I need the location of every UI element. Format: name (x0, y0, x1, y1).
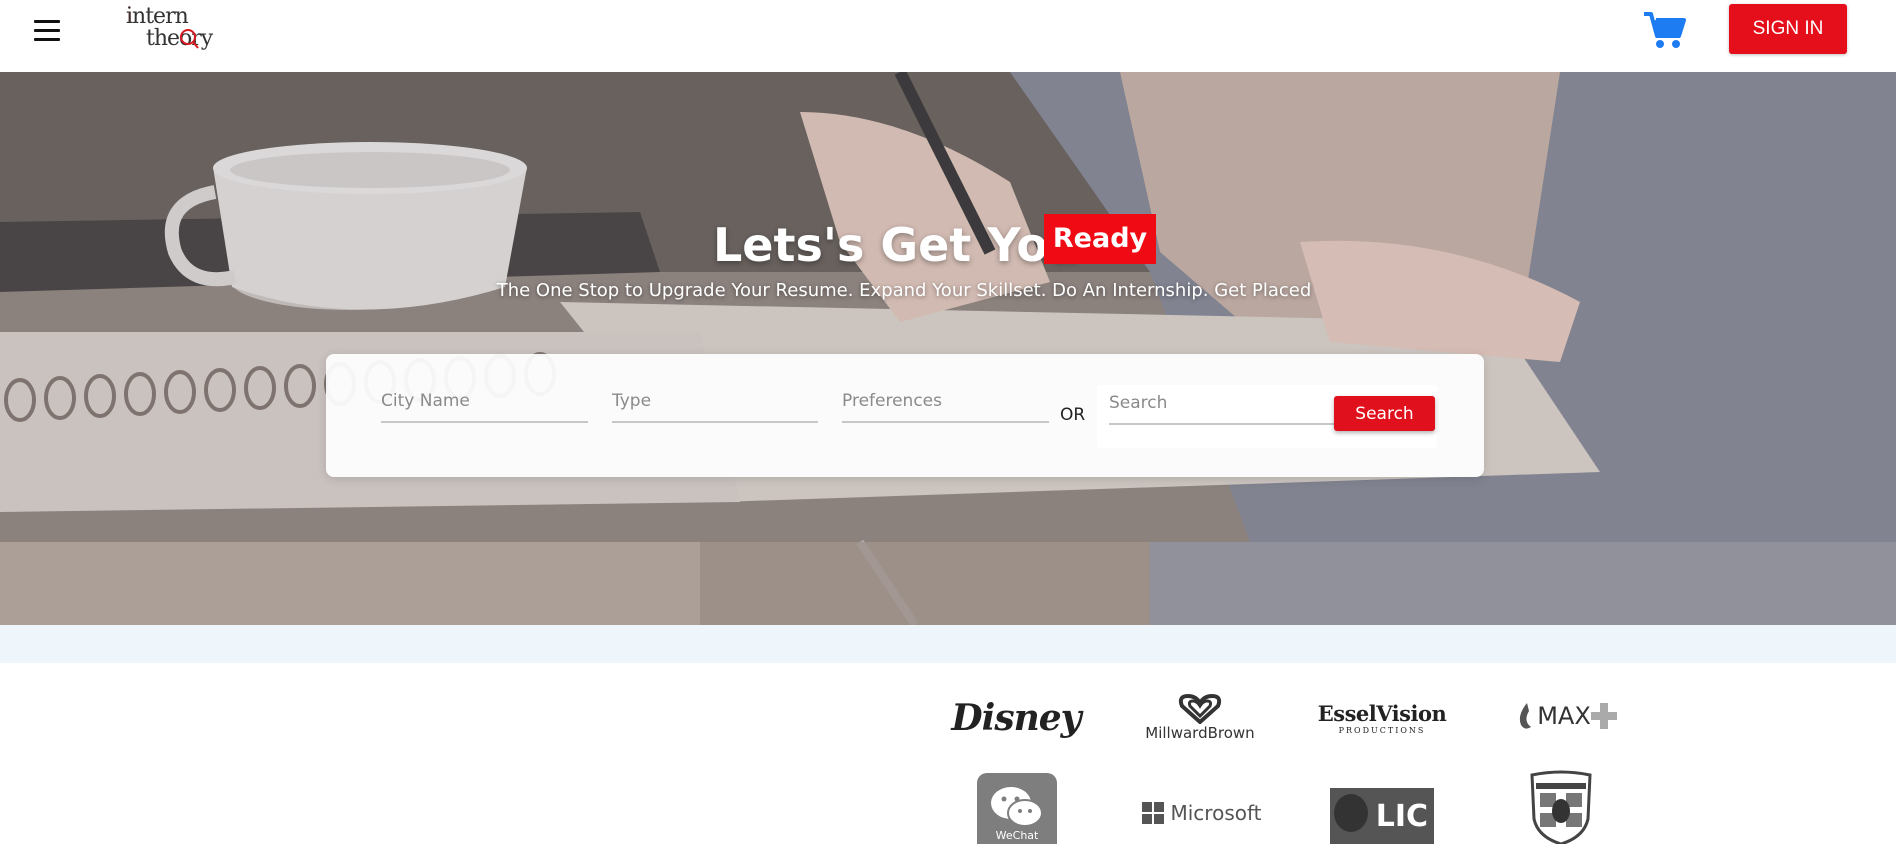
hero-heading: Lets's Get You Ready (0, 214, 1896, 284)
search-input[interactable] (1109, 385, 1339, 421)
sign-in-button[interactable]: SIGN IN (1729, 4, 1847, 54)
city-name-field[interactable] (381, 383, 588, 423)
city-name-input[interactable] (381, 383, 588, 419)
microsoft-logo: Microsoft (1142, 793, 1262, 833)
lic-logo: LIC (1330, 788, 1434, 844)
windows-grid-icon (1142, 802, 1165, 824)
type-field[interactable] (612, 383, 818, 423)
millward-brown-logo: MillwardBrown (1140, 685, 1260, 751)
hero-title-text: Lets's Get You (713, 218, 1081, 272)
lic-emblem-icon (1334, 794, 1368, 832)
section-divider (0, 625, 1896, 663)
hero-subtitle: The One Stop to Upgrade Your Resume. Exp… (496, 280, 1312, 301)
wechat-logo: WeChat (977, 773, 1057, 844)
heart-icon (1178, 694, 1222, 724)
search-panel: OR Search (326, 354, 1484, 477)
essel-vision-logo: EsselVision PRODUCTIONS (1317, 701, 1447, 735)
disney-logo: Disney (951, 697, 1081, 739)
hero-banner: Lets's Get You Ready The One Stop to Upg… (0, 72, 1896, 625)
top-navbar: i intern theory SIGN IN (0, 0, 1896, 72)
medical-cross-icon (1590, 703, 1617, 729)
site-logo[interactable]: i intern theory (126, 4, 226, 54)
type-input[interactable] (612, 383, 818, 419)
search-field[interactable] (1109, 385, 1339, 425)
or-separator: OR (1060, 405, 1086, 425)
preferences-field[interactable] (842, 383, 1049, 423)
max-healthcare-logo: MAX (1506, 691, 1626, 741)
hamburger-menu-icon[interactable] (34, 20, 60, 44)
preferences-input[interactable] (842, 383, 1049, 419)
hero-ready-badge: Ready (1044, 214, 1156, 264)
chat-bubbles-icon (991, 787, 1043, 827)
magnifier-icon (180, 29, 199, 49)
flame-icon (1520, 703, 1532, 729)
porsche-crest-logo (1528, 769, 1594, 844)
search-button[interactable]: Search (1334, 396, 1435, 431)
partner-logos-section: Disney MillwardBrown EsselVision PRODUCT… (0, 663, 1896, 844)
shopping-cart-icon[interactable] (1642, 10, 1688, 50)
